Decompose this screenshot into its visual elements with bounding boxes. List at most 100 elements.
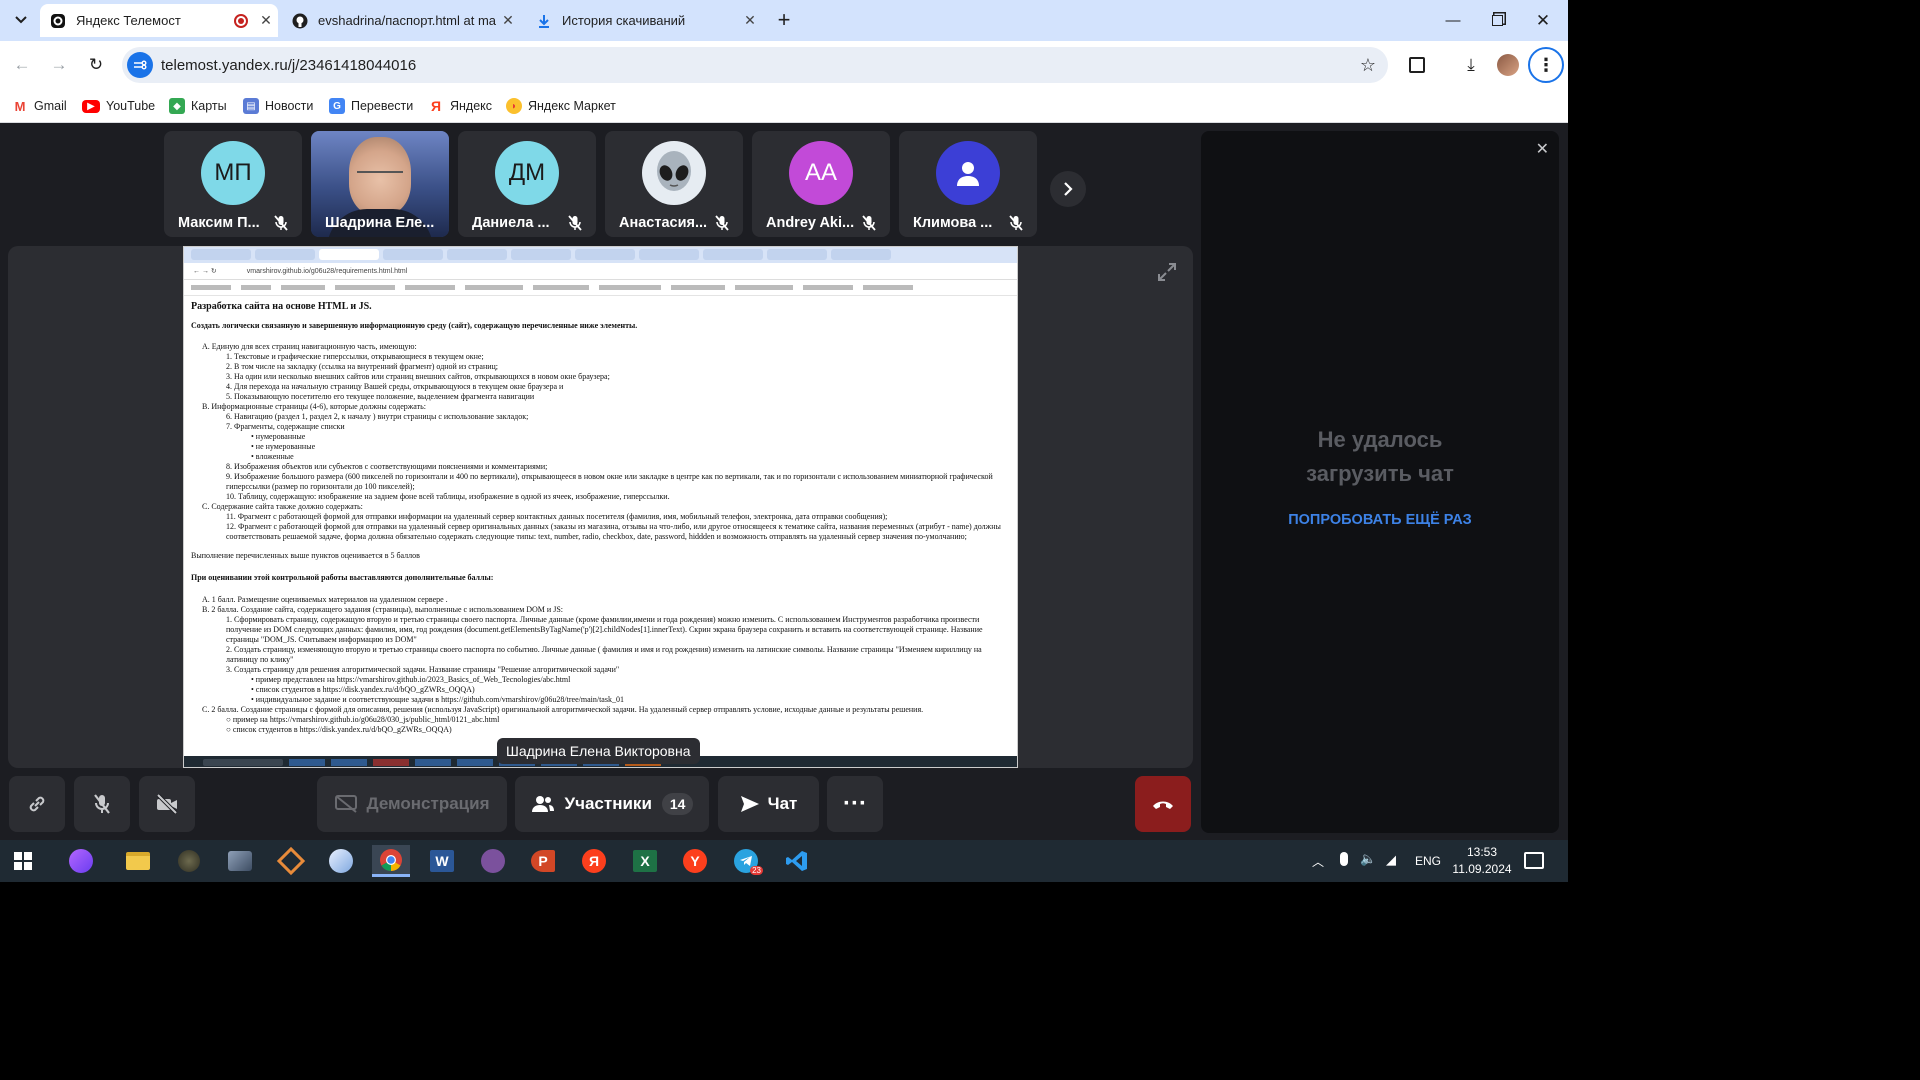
extensions-button[interactable]: [1401, 49, 1433, 81]
taskbar-word[interactable]: W: [423, 845, 461, 877]
shared-tabstrip: [183, 246, 1018, 263]
participant-tile-video[interactable]: Шадрина Еле...: [311, 131, 449, 237]
bookmark-label: Карты: [191, 99, 227, 113]
doc-line: A. 1 балл. Размещение оцениваемых матери…: [202, 595, 448, 604]
leave-call-button[interactable]: [1135, 776, 1191, 832]
back-button[interactable]: ←: [6, 49, 38, 81]
bookmark-market[interactable]: ◗ Яндекс Маркет: [506, 94, 616, 118]
more-button[interactable]: ···: [827, 776, 883, 832]
taskbar-viber[interactable]: [474, 845, 512, 877]
taskbar-vscode[interactable]: [778, 845, 816, 877]
reload-button[interactable]: ↻: [80, 49, 112, 81]
new-tab-button[interactable]: +: [768, 4, 800, 36]
restore-button[interactable]: [1474, 0, 1520, 41]
participants-button[interactable]: Участники 14: [515, 776, 709, 832]
expand-icon: [1158, 263, 1176, 281]
participant-tile[interactable]: ДМ Даниела ...: [458, 131, 596, 237]
tray-language[interactable]: ENG: [1415, 854, 1441, 868]
downloads-button[interactable]: ⤓: [1455, 49, 1487, 81]
address-bar[interactable]: telemost.yandex.ru/j/23461418044016 ☆: [122, 47, 1388, 83]
tab-downloads[interactable]: История скачиваний ✕: [526, 4, 762, 37]
doc-line: • не нумерованные: [251, 442, 316, 451]
participant-tile[interactable]: МП Максим П...: [164, 131, 302, 237]
notifications-button[interactable]: [1524, 852, 1544, 869]
taskbar-chrome[interactable]: [372, 845, 410, 877]
bookmark-maps[interactable]: ◆ Карты: [169, 94, 227, 118]
tray-mic-icon[interactable]: [1340, 852, 1348, 866]
retry-button[interactable]: ПОПРОБОВАТЬ ЕЩЁ РАЗ: [1201, 512, 1559, 528]
bookmark-label: YouTube: [106, 99, 156, 113]
participant-tile[interactable]: АА Andrey Aki...: [752, 131, 890, 237]
doc-line: ○ список студентов в https://disk.yandex…: [226, 725, 452, 734]
doc-line: 2. Создать страницу, изменяющую вторую и…: [226, 645, 982, 664]
screen-share-icon: [334, 795, 357, 813]
bookmark-translate[interactable]: G Перевести: [329, 94, 413, 118]
forward-button[interactable]: →: [43, 49, 75, 81]
microphone-button[interactable]: [74, 776, 130, 832]
doc-title: Разработка сайта на основе HTML и JS.: [191, 301, 372, 312]
close-icon[interactable]: ✕: [496, 12, 520, 29]
start-button[interactable]: [4, 845, 42, 877]
camera-button[interactable]: [139, 776, 195, 832]
more-vert-icon: ⋮: [1537, 54, 1555, 75]
avatar: ДМ: [495, 141, 559, 205]
site-info-icon[interactable]: [127, 52, 153, 78]
taskbar-powerpoint[interactable]: P: [524, 845, 562, 877]
demo-button[interactable]: Демонстрация: [317, 776, 507, 832]
mic-off-icon: [94, 794, 110, 814]
next-participants-button[interactable]: [1050, 171, 1086, 207]
copy-link-button[interactable]: [9, 776, 65, 832]
fullscreen-button[interactable]: [1152, 257, 1182, 287]
taskbar-yandex-browser[interactable]: Я: [575, 845, 613, 877]
avatar: МП: [201, 141, 265, 205]
doc-line: 11. Фрагмент с работающей формой для отп…: [226, 512, 888, 521]
doc-line: 10. Таблицу, содержащую: изображение на …: [226, 492, 670, 501]
shared-bookmarks: [183, 280, 1018, 296]
tray-network-icon[interactable]: ◢: [1386, 852, 1396, 868]
tab-telemost[interactable]: Яндекс Телемост ✕: [40, 4, 278, 37]
menu-button[interactable]: ⋮: [1528, 47, 1564, 83]
participant-name: Климова ...: [913, 215, 993, 231]
bookmark-news[interactable]: ▤ Новости: [243, 94, 313, 118]
bookmark-yandex[interactable]: Я Яндекс: [428, 94, 492, 118]
taskbar-explorer[interactable]: [119, 845, 157, 877]
taskbar-app[interactable]: [170, 845, 208, 877]
profile-button[interactable]: [1492, 49, 1524, 81]
participant-tile[interactable]: Климова ...: [899, 131, 1037, 237]
participant-tile[interactable]: Анастасия...: [605, 131, 743, 237]
tab-title: Яндекс Телемост: [76, 13, 181, 28]
close-icon[interactable]: ✕: [254, 12, 278, 29]
close-window-button[interactable]: ✕: [1520, 0, 1566, 41]
bookmark-youtube[interactable]: ▶ YouTube: [82, 94, 155, 118]
doc-line: 7. Фрагменты, содержащие списки: [226, 422, 345, 431]
game-icon: [178, 850, 200, 872]
tab-search-button[interactable]: [6, 4, 36, 36]
doc-line: 3. На один или несколько внешних сайтов …: [226, 372, 610, 381]
bookmark-label: Gmail: [34, 99, 67, 113]
tray-chevron-icon[interactable]: ︿: [1312, 853, 1324, 870]
clock[interactable]: 13:53 11.09.2024: [1448, 844, 1516, 878]
taskbar-alice[interactable]: [62, 845, 100, 877]
close-chat-button[interactable]: ✕: [1536, 139, 1549, 159]
taskbar-app[interactable]: [221, 845, 259, 877]
telemost-icon: [50, 13, 66, 29]
tray-volume-icon[interactable]: 🔈: [1360, 851, 1376, 867]
chat-error: Не удалось загрузить чат: [1306, 427, 1454, 486]
chat-button[interactable]: Чат: [718, 776, 819, 832]
participants-count: 14: [661, 793, 694, 815]
close-icon[interactable]: ✕: [738, 12, 762, 29]
yandex-icon: Y: [683, 849, 707, 873]
avatar: АА: [789, 141, 853, 205]
people-icon: [531, 796, 554, 812]
taskbar-yandex[interactable]: Y: [676, 845, 714, 877]
star-icon[interactable]: ☆: [1360, 55, 1376, 76]
minimize-button[interactable]: —: [1430, 0, 1476, 41]
doc-intro: Создать логически связанную и завершенну…: [191, 321, 638, 330]
taskbar-excel[interactable]: X: [626, 845, 664, 877]
alien-avatar-icon: [642, 141, 706, 205]
taskbar-app[interactable]: [322, 845, 360, 877]
tab-github[interactable]: evshadrina/паспорт.html at ma ✕: [282, 4, 520, 37]
taskbar-app[interactable]: [272, 845, 310, 877]
bookmark-gmail[interactable]: M Gmail: [12, 94, 67, 118]
taskbar-telegram[interactable]: 23: [727, 845, 765, 877]
